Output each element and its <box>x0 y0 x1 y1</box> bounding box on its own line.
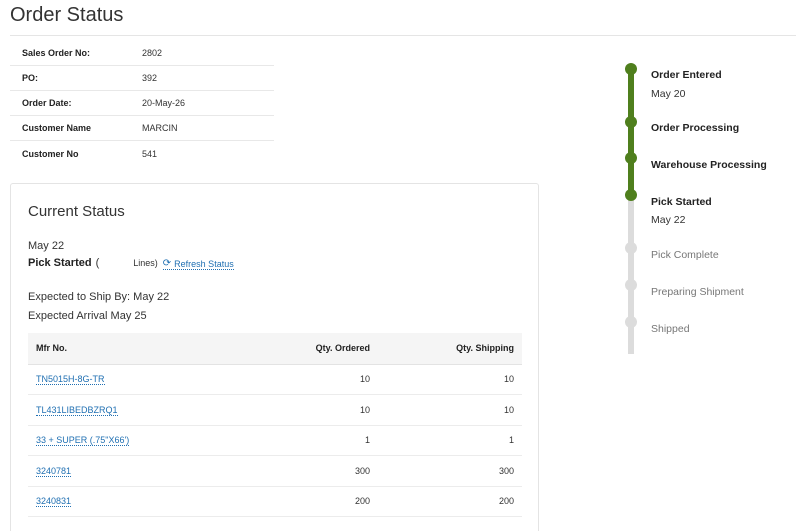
refresh-status-button[interactable]: ⟳ Refresh Status <box>162 258 234 270</box>
qty-shipping-cell: 1 <box>370 425 522 456</box>
sales-order-value: 2802 <box>142 48 163 58</box>
timeline-dot-preparing-shipment <box>625 279 637 291</box>
timeline-dot-order-processing <box>625 116 637 128</box>
mfr-cell: 3240781 <box>28 455 228 487</box>
order-date-value: 20-May-26 <box>142 98 186 108</box>
qty-ordered-cell: 10 <box>228 394 370 426</box>
order-info-row: Order Date: 20-May-26 <box>10 91 274 116</box>
step-pick-started: Pick Started <box>651 196 712 208</box>
timeline-dot-shipped <box>625 316 637 328</box>
table-row: TL431LIBEDBZRQ1 10 10 <box>28 394 522 426</box>
order-date-label: Order Date: <box>22 98 72 108</box>
refresh-icon: ⟳ <box>162 258 172 269</box>
po-label: PO: <box>22 73 39 83</box>
current-status-title: Current Status <box>28 203 125 220</box>
timeline-track-pending <box>628 196 634 354</box>
page-title: Order Status <box>10 4 124 26</box>
mfr-cell: TL431LIBEDBZRQ1 <box>28 394 228 426</box>
timeline-dot-order-entered <box>625 63 637 75</box>
table-header-row: Mfr No. Qty. Ordered Qty. Shipping <box>28 333 522 365</box>
refresh-status-label: Refresh Status <box>174 258 234 269</box>
qty-ordered-cell: 300 <box>228 455 370 487</box>
timeline-dot-pick-complete <box>625 242 637 254</box>
qty-shipping-cell: 10 <box>370 364 522 395</box>
status-date: May 22 <box>28 240 65 252</box>
order-info-table: Sales Order No: 2802 PO: 392 Order Date:… <box>10 41 274 166</box>
title-divider <box>10 35 796 36</box>
mfr-cell: TN5015H-8G-TR <box>28 364 228 395</box>
qty-shipping-cell: 200 <box>370 486 522 517</box>
step-order-entered: Order Entered <box>651 69 722 81</box>
qty-shipping-header: Qty. Shipping <box>370 333 522 365</box>
order-info-row: Sales Order No: 2802 <box>10 41 274 66</box>
table-row: 3240781 300 300 <box>28 455 522 487</box>
expected-ship-by: Expected to Ship By: May 22 <box>28 291 170 303</box>
table-row: 3240831 200 200 <box>28 486 522 517</box>
step-preparing-shipment: Preparing Shipment <box>651 286 744 298</box>
po-value: 392 <box>142 73 158 83</box>
qty-ordered-header: Qty. Ordered <box>228 333 370 365</box>
order-info-row: Customer Name MARCIN <box>10 116 274 141</box>
table-row: 33 + SUPER (.75"X66') 1 1 <box>28 425 522 456</box>
sales-order-label: Sales Order No: <box>22 48 91 58</box>
step-warehouse-processing: Warehouse Processing <box>651 159 767 171</box>
qty-ordered-cell: 200 <box>228 486 370 517</box>
timeline-dot-warehouse-processing <box>625 152 637 164</box>
mfr-link[interactable]: TN5015H-8G-TR <box>36 374 105 386</box>
timeline-track-complete <box>628 68 634 196</box>
status-line: Pick Started ( Lines) ⟳ Refresh Status <box>28 257 234 270</box>
mfr-cell: 3240831 <box>28 486 228 517</box>
status-paren: ( <box>95 257 100 269</box>
customer-no-label: Customer No <box>22 148 79 159</box>
step-order-entered-date: May 20 <box>651 88 686 100</box>
mfr-link[interactable]: 3240831 <box>36 496 72 508</box>
mfr-no-header: Mfr No. <box>28 333 228 365</box>
order-info-row: Customer No 541 <box>10 141 274 166</box>
qty-shipping-cell: 10 <box>370 394 522 426</box>
mfr-link[interactable]: TL431LIBEDBZRQ1 <box>36 404 118 416</box>
customer-no-value: 541 <box>142 148 158 159</box>
expected-arrival: Expected Arrival May 25 <box>28 310 147 322</box>
step-shipped: Shipped <box>651 323 690 335</box>
status-name: Pick Started <box>28 257 92 269</box>
customer-name-label: Customer Name <box>22 123 92 133</box>
step-order-processing: Order Processing <box>651 122 740 134</box>
mfr-link[interactable]: 33 + SUPER (.75"X66') <box>36 435 130 447</box>
customer-name-value: MARCIN <box>142 123 178 133</box>
mfr-link[interactable]: 3240781 <box>36 465 72 477</box>
qty-shipping-cell: 300 <box>370 455 522 487</box>
mfr-cell: 33 + SUPER (.75"X66') <box>28 425 228 456</box>
order-timeline: Order Entered May 20 Order Processing Wa… <box>625 63 795 358</box>
qty-ordered-cell: 1 <box>228 425 370 456</box>
table-row: TN5015H-8G-TR 10 10 <box>28 364 522 395</box>
order-info-row: PO: 392 <box>10 66 274 91</box>
current-status-panel: Current Status May 22 Pick Started ( Lin… <box>10 183 539 531</box>
items-table: Mfr No. Qty. Ordered Qty. Shipping TN501… <box>28 333 522 517</box>
qty-ordered-cell: 10 <box>228 364 370 395</box>
step-pick-started-date: May 22 <box>651 214 686 226</box>
timeline-dot-pick-started <box>625 189 637 201</box>
step-pick-complete: Pick Complete <box>651 249 719 261</box>
status-lines-count: Lines) <box>133 258 158 268</box>
